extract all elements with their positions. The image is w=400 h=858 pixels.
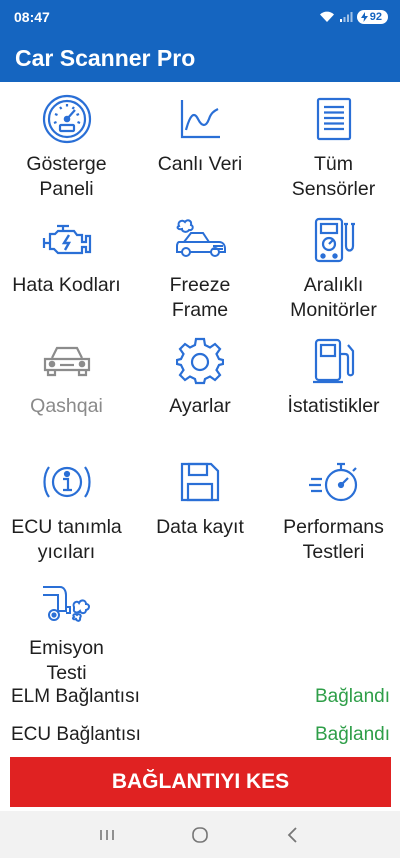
multimeter-icon: [314, 217, 355, 263]
car-crash-icon: [176, 219, 226, 257]
menu-grid: Gösterge Paneli Canlı Veri Tüm Sensörler…: [0, 88, 400, 702]
menu-label: Qashqai: [30, 395, 103, 417]
status-time: 08:47: [14, 9, 50, 25]
wifi-icon: [319, 11, 334, 22]
app-title: Car Scanner Pro: [15, 44, 196, 71]
menu-label: ECU tanımla yıcıları: [11, 516, 122, 563]
menu-ecu-identifiers[interactable]: ECU tanımla yıcıları: [0, 451, 133, 572]
menu-data-logging[interactable]: Data kayıt: [133, 451, 267, 572]
status-icons: 92: [319, 10, 388, 24]
app-bar: Car Scanner Pro: [0, 34, 400, 82]
menu-error-codes[interactable]: Hata Kodları: [0, 209, 133, 330]
line-chart-icon: [180, 100, 220, 139]
menu-performance-tests[interactable]: Performans Testleri: [267, 451, 400, 572]
stopwatch-icon: [308, 462, 357, 502]
signal-icon: [339, 12, 353, 22]
menu-readiness-monitors[interactable]: Aralıklı Monitörler: [267, 209, 400, 330]
info-icon: [42, 466, 91, 498]
recent-apps-icon: [99, 829, 114, 840]
menu-live-data[interactable]: Canlı Veri: [133, 88, 267, 209]
status-bar: 08:47 92: [0, 0, 400, 34]
menu-label: Canlı Veri: [157, 153, 243, 175]
ecu-connection-row: ECU Bağlantısı Bağlandı: [0, 719, 400, 751]
menu-label: Emisyon Testi: [29, 637, 104, 684]
menu-freeze-frame[interactable]: Freeze Frame: [133, 209, 267, 330]
menu-statistics[interactable]: İstatistikler: [267, 330, 400, 451]
back-button[interactable]: [273, 815, 313, 855]
battery-level: 92: [369, 11, 382, 23]
home-button[interactable]: [180, 815, 220, 855]
engine-icon: [42, 224, 91, 255]
ecu-connection-label: ECU Bağlantısı: [11, 724, 141, 745]
menu-vehicle[interactable]: Qashqai: [0, 330, 133, 451]
menu-label: Gösterge Paneli: [26, 153, 107, 200]
system-nav-bar: [0, 811, 400, 858]
menu-dashboard[interactable]: Gösterge Paneli: [0, 88, 133, 209]
recent-apps-button[interactable]: [87, 815, 127, 855]
elm-connection-row: ELM Bağlantısı Bağlandı: [0, 681, 400, 713]
save-icon: [180, 462, 220, 502]
ecu-connection-status: Bağlandı: [314, 724, 390, 745]
menu-label: Tüm Sensörler: [291, 153, 376, 200]
menu-label: Hata Kodları: [12, 274, 121, 296]
exhaust-icon: [42, 586, 90, 622]
charging-icon: [360, 12, 368, 22]
home-icon: [192, 826, 208, 843]
gauge-icon: [42, 94, 91, 144]
back-icon: [288, 826, 297, 843]
gear-icon: [176, 337, 224, 385]
fuel-pump-icon: [312, 338, 354, 384]
battery-indicator: 92: [356, 10, 388, 24]
menu-label: Ayarlar: [169, 395, 231, 417]
document-list-icon: [316, 97, 351, 141]
disconnect-button[interactable]: BAĞLANTIYI KES: [10, 757, 391, 807]
menu-settings[interactable]: Ayarlar: [133, 330, 267, 451]
menu-all-sensors[interactable]: Tüm Sensörler: [267, 88, 400, 209]
menu-label: Freeze Frame: [169, 274, 231, 321]
menu-label: Data kayıt: [156, 516, 244, 538]
menu-label: İstatistikler: [287, 395, 380, 417]
menu-label: Performans Testleri: [283, 516, 384, 563]
car-icon: [43, 346, 90, 377]
elm-connection-label: ELM Bağlantısı: [11, 686, 140, 707]
menu-label: Aralıklı Monitörler: [290, 274, 377, 321]
elm-connection-status: Bağlandı: [314, 686, 390, 707]
